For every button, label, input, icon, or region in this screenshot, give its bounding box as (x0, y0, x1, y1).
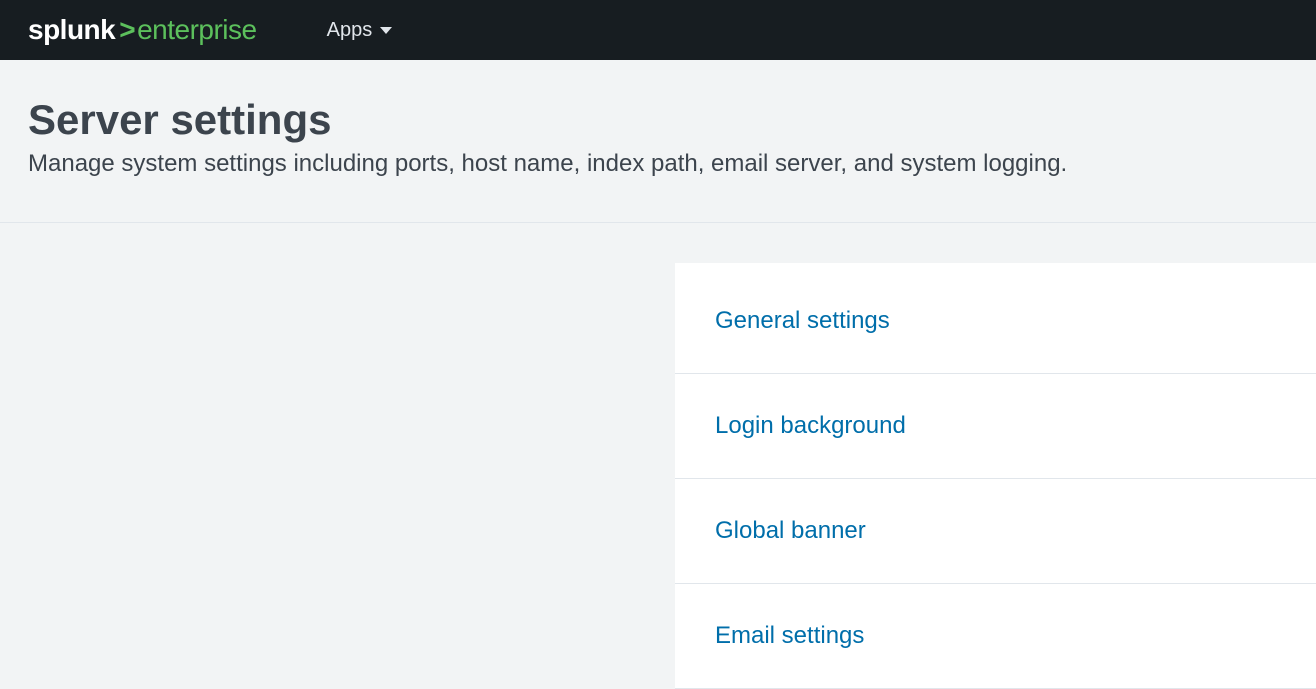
settings-link-global-banner[interactable]: Global banner (675, 479, 1316, 584)
settings-link-label: Login background (715, 412, 906, 439)
settings-link-login-background[interactable]: Login background (675, 374, 1316, 479)
settings-link-general[interactable]: General settings (675, 263, 1316, 374)
content-area: General settings Login background Global… (0, 223, 1316, 689)
apps-menu-button[interactable]: Apps (327, 19, 393, 42)
page-header: Server settings Manage system settings i… (0, 60, 1316, 223)
brand-primary: splunk (28, 14, 115, 46)
settings-link-label: Global banner (715, 517, 866, 544)
caret-down-icon (380, 27, 392, 34)
apps-menu-label: Apps (327, 19, 373, 42)
brand-secondary: enterprise (137, 14, 257, 46)
settings-link-label: Email settings (715, 622, 864, 649)
top-navigation-bar: splunk > enterprise Apps (0, 0, 1316, 60)
page-title: Server settings (28, 96, 1288, 144)
settings-links-panel: General settings Login background Global… (675, 263, 1316, 689)
settings-link-email-settings[interactable]: Email settings (675, 584, 1316, 689)
brand-logo[interactable]: splunk > enterprise (28, 14, 257, 46)
brand-chevron-icon: > (119, 14, 135, 46)
settings-link-label: General settings (715, 307, 890, 334)
page-subtitle: Manage system settings including ports, … (28, 150, 1288, 178)
